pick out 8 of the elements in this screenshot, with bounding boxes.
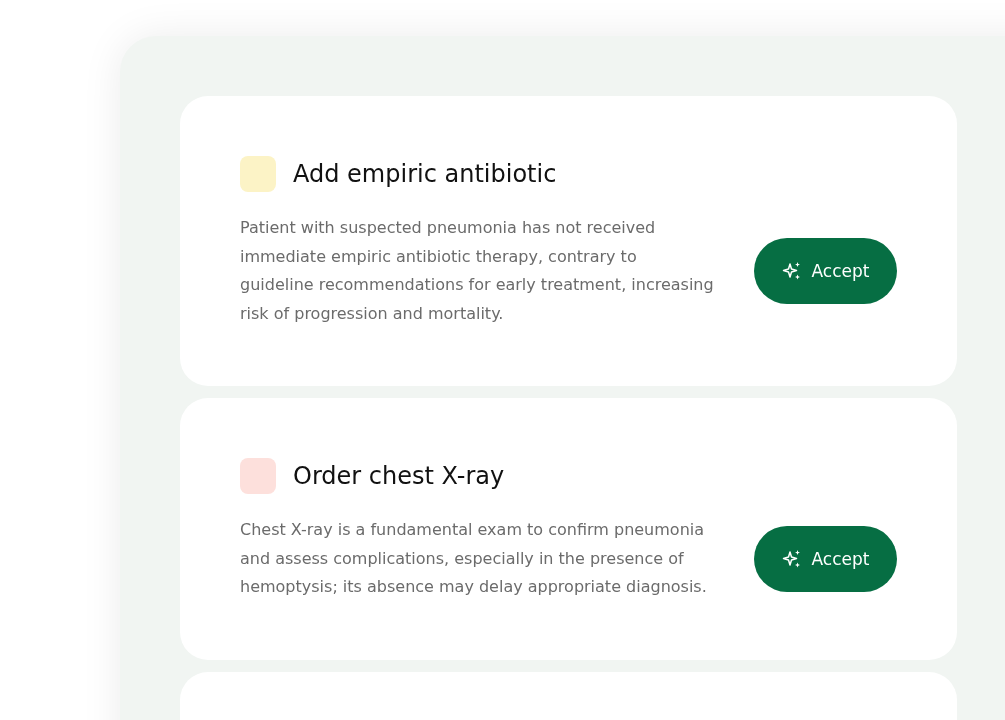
sparkle-icon [781, 261, 802, 281]
accept-button[interactable]: Accept [754, 238, 897, 304]
accept-button[interactable]: Accept [754, 525, 897, 592]
recommendation-description: Patient with suspected pneumonia has not received immediate empiric antibiotic therapy, contrary to guideline recommendations for early treatment, increasing risk of progression and mortality. [240, 217, 715, 325]
recommendation-title: Order chest X-ray [293, 462, 505, 490]
sparkle-icon [781, 548, 802, 569]
recommendation-title: Add empiric antibiotic [293, 160, 557, 188]
recommendation-description: Chest X-ray is a fundamental exam to confirm pneumonia and assess complications, especially in the presence of hemoptysis; its absence may delay appropriate diagnosis. [240, 519, 708, 598]
